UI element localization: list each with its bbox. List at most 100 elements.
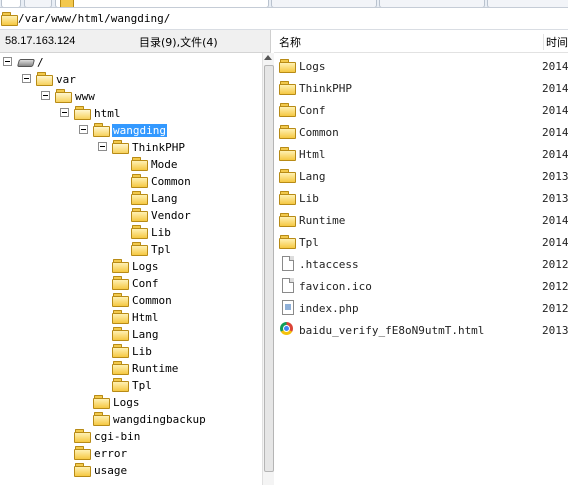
php-file-icon [282, 300, 294, 315]
path-bar[interactable]: /var/www/html/wangding/ [0, 8, 568, 30]
tree-node[interactable]: Tpl [0, 241, 262, 257]
tree-node-label[interactable]: error [93, 447, 128, 460]
tree-node[interactable]: Lang [0, 190, 262, 206]
folder-icon [60, 0, 74, 7]
file-row[interactable]: index.php 2012 [276, 298, 568, 318]
file-row[interactable]: ThinkPHP 2014 [276, 78, 568, 98]
file-row[interactable]: .htaccess 2012 [276, 254, 568, 274]
file-name[interactable]: favicon.ico [299, 280, 372, 293]
tree-node-label[interactable]: usage [93, 464, 128, 477]
column-header-name[interactable]: 名称 [279, 34, 301, 50]
file-row[interactable]: Logs 2014 [276, 56, 568, 76]
tab-2[interactable] [24, 0, 52, 7]
file-name[interactable]: .htaccess [299, 258, 359, 271]
scroll-up-icon[interactable] [264, 55, 272, 60]
tree-node[interactable]: Common [0, 292, 262, 308]
tree-node-label[interactable]: Vendor [150, 209, 192, 222]
tree-node-label[interactable]: wangding [112, 124, 167, 137]
file-name[interactable]: Common [299, 126, 339, 139]
tree-node-label[interactable]: Lang [131, 328, 160, 341]
tree-node[interactable]: Conf [0, 275, 262, 291]
file-name[interactable]: Lib [299, 192, 319, 205]
tree-node[interactable]: Lib [0, 224, 262, 240]
tree-node[interactable]: www [0, 88, 262, 104]
tab-5[interactable] [379, 0, 485, 7]
file-icon [282, 278, 294, 293]
collapse-toggle-icon[interactable] [22, 74, 31, 83]
tree-node[interactable]: error [0, 445, 262, 461]
tree-node[interactable]: Mode [0, 156, 262, 172]
tree-node-label[interactable]: cgi-bin [93, 430, 141, 443]
tree-node[interactable]: Runtime [0, 360, 262, 376]
tree-node-label[interactable]: Mode [150, 158, 179, 171]
collapse-toggle-icon[interactable] [41, 91, 50, 100]
tree-node[interactable]: wangdingbackup [0, 411, 262, 427]
tree-node-label[interactable]: wangdingbackup [112, 413, 207, 426]
column-header-time[interactable]: 时间 [543, 34, 568, 50]
tree-node-label[interactable]: html [93, 107, 122, 120]
file-time: 2014 [542, 148, 568, 161]
tab-4[interactable] [271, 0, 377, 7]
tree-node[interactable]: Lib [0, 343, 262, 359]
file-row[interactable]: baidu_verify_fE8oN9utmT.html 2013 [276, 320, 568, 340]
tree-node[interactable]: var [0, 71, 262, 87]
tree-node[interactable]: Vendor [0, 207, 262, 223]
file-row[interactable]: Conf 2014 [276, 100, 568, 120]
file-name[interactable]: ThinkPHP [299, 82, 352, 95]
file-name[interactable]: baidu_verify_fE8oN9utmT.html [299, 324, 484, 337]
tree-node[interactable]: wangding [0, 122, 262, 138]
tree-node[interactable]: Html [0, 309, 262, 325]
tree-node[interactable]: html [0, 105, 262, 121]
tree-node[interactable]: Logs [0, 258, 262, 274]
file-name[interactable]: index.php [299, 302, 359, 315]
tree-node-label[interactable]: Lib [150, 226, 172, 239]
file-row[interactable]: favicon.ico 2012 [276, 276, 568, 296]
tree-node[interactable]: cgi-bin [0, 428, 262, 444]
collapse-toggle-icon[interactable] [60, 108, 69, 117]
collapse-toggle-icon[interactable] [3, 57, 12, 66]
tree-node-label[interactable]: Tpl [131, 379, 153, 392]
tree-node-label[interactable]: Logs [131, 260, 160, 273]
file-row[interactable]: Lang 2013 [276, 166, 568, 186]
tree-node-label[interactable]: var [55, 73, 77, 86]
tree-node-label[interactable]: Lib [131, 345, 153, 358]
path-input[interactable]: /var/www/html/wangding/ [18, 12, 170, 25]
tree-node-label[interactable]: ThinkPHP [131, 141, 186, 154]
tab-1[interactable] [1, 0, 21, 7]
folder-icon [131, 157, 148, 171]
file-name[interactable]: Html [299, 148, 326, 161]
tree-node-label[interactable]: Html [131, 311, 160, 324]
file-row[interactable]: Lib 2013 [276, 188, 568, 208]
tree-node[interactable]: Lang [0, 326, 262, 342]
file-name[interactable]: Lang [299, 170, 326, 183]
tree-node[interactable]: / [0, 54, 262, 70]
file-row[interactable]: Common 2014 [276, 122, 568, 142]
tree-node-label[interactable]: / [36, 56, 45, 69]
tree-node-label[interactable]: Runtime [131, 362, 179, 375]
tree-node[interactable]: ThinkPHP [0, 139, 262, 155]
tree-node[interactable]: usage [0, 462, 262, 478]
tree-scrollbar[interactable] [262, 53, 274, 485]
tree-node[interactable]: Common [0, 173, 262, 189]
tree-node-label[interactable]: Common [150, 175, 192, 188]
tree-node[interactable]: Logs [0, 394, 262, 410]
tree-node-label[interactable]: Logs [112, 396, 141, 409]
tree-node-label[interactable]: www [74, 90, 96, 103]
file-name[interactable]: Runtime [299, 214, 345, 227]
tree-node-label[interactable]: Common [131, 294, 173, 307]
collapse-toggle-icon[interactable] [98, 142, 107, 151]
tab-6[interactable] [487, 0, 568, 7]
file-name[interactable]: Tpl [299, 236, 319, 249]
tree-node-label[interactable]: Conf [131, 277, 160, 290]
tree-node[interactable]: Tpl [0, 377, 262, 393]
tree-node-label[interactable]: Tpl [150, 243, 172, 256]
file-row[interactable]: Html 2014 [276, 144, 568, 164]
tree-node-label[interactable]: Lang [150, 192, 179, 205]
file-row[interactable]: Tpl 2014 [276, 232, 568, 252]
file-name[interactable]: Logs [299, 60, 326, 73]
file-name[interactable]: Conf [299, 104, 326, 117]
file-row[interactable]: Runtime 2014 [276, 210, 568, 230]
scrollbar-thumb[interactable] [264, 65, 274, 472]
tab-active[interactable] [55, 0, 269, 7]
collapse-toggle-icon[interactable] [79, 125, 88, 134]
